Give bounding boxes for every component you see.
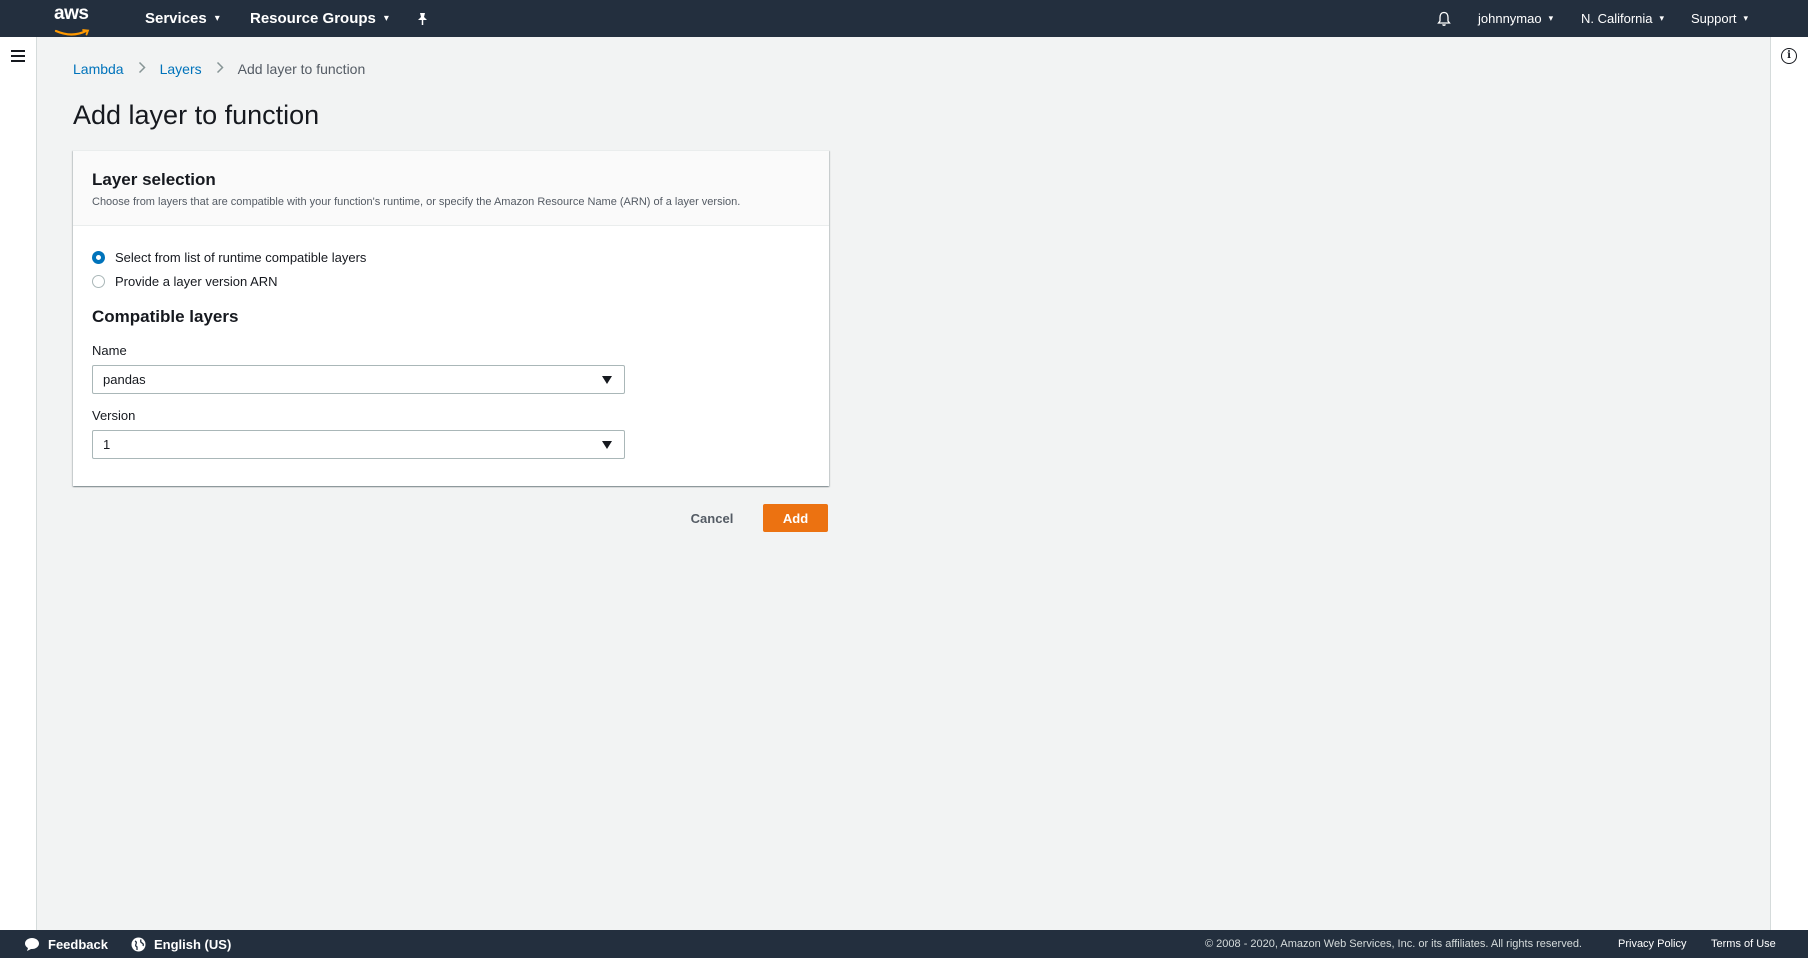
radio-button-unchecked[interactable]	[92, 274, 105, 288]
resource-groups-menu[interactable]: Resource Groups ▾	[250, 0, 389, 37]
chevron-down-icon: ▾	[1743, 13, 1749, 23]
language-selector[interactable]: English (US)	[131, 930, 231, 958]
pin-icon[interactable]	[416, 0, 429, 37]
panel-title: Layer selection	[92, 170, 216, 189]
copyright-text: © 2008 - 2020, Amazon Web Services, Inc.…	[1205, 938, 1582, 950]
globe-icon	[131, 937, 146, 951]
hamburger-menu-icon[interactable]	[11, 50, 25, 62]
version-select[interactable]: 1	[92, 430, 625, 459]
panel-header: Layer selection Choose from layers that …	[73, 151, 829, 226]
left-navigation-rail	[0, 37, 37, 930]
region-label: N. California	[1581, 11, 1653, 26]
compatible-layers-heading: Compatible layers	[92, 307, 239, 326]
privacy-policy-link[interactable]: Privacy Policy	[1618, 930, 1686, 958]
radio-label: Select from list of runtime compatible l…	[115, 249, 367, 265]
caret-down-icon	[602, 376, 612, 384]
bell-icon	[1437, 11, 1451, 26]
services-label: Services	[145, 10, 207, 27]
footer: Feedback English (US) © 2008 - 2020, Ama…	[0, 930, 1808, 958]
chevron-down-icon: ▾	[1659, 13, 1665, 23]
notifications-bell-icon[interactable]	[1437, 0, 1451, 37]
chevron-down-icon: ▾	[214, 13, 220, 24]
resource-groups-label: Resource Groups	[250, 10, 376, 27]
info-icon[interactable]: i	[1781, 48, 1797, 64]
aws-logo[interactable]: aws	[54, 3, 96, 36]
radio-button-checked[interactable]	[92, 250, 105, 264]
support-menu[interactable]: Support ▾	[1691, 0, 1748, 37]
page-title: Add layer to function	[73, 100, 320, 130]
terms-of-use-link[interactable]: Terms of Use	[1711, 930, 1776, 958]
name-label: Name	[92, 343, 127, 358]
username-label: johnnymao	[1478, 11, 1542, 26]
feedback-link[interactable]: Feedback	[24, 930, 108, 958]
services-menu[interactable]: Services ▾	[145, 0, 220, 37]
user-menu[interactable]: johnnymao ▾	[1478, 0, 1553, 37]
breadcrumb-lambda[interactable]: Lambda	[73, 61, 124, 77]
panel-description: Choose from layers that are compatible w…	[92, 196, 741, 208]
chevron-down-icon: ▾	[383, 13, 389, 24]
chevron-right-icon	[216, 61, 224, 77]
version-select-value: 1	[103, 437, 111, 452]
aws-smile-icon	[54, 29, 90, 36]
chevron-right-icon	[138, 61, 146, 77]
language-label: English (US)	[154, 936, 232, 952]
name-select[interactable]: pandas	[92, 365, 625, 394]
radio-layer-version-arn[interactable]: Provide a layer version ARN	[92, 269, 810, 293]
radio-label: Provide a layer version ARN	[115, 273, 278, 289]
layer-selection-panel: Layer selection Choose from layers that …	[73, 150, 829, 486]
cancel-button[interactable]: Cancel	[688, 504, 736, 532]
pushpin-icon	[418, 12, 427, 25]
caret-down-icon	[602, 441, 612, 449]
region-menu[interactable]: N. California ▾	[1581, 0, 1664, 37]
panel-body: Select from list of runtime compatible l…	[73, 226, 829, 478]
top-navigation: aws Services ▾ Resource Groups ▾ johnnym…	[0, 0, 1808, 37]
version-label: Version	[92, 408, 136, 423]
aws-logo-text: aws	[54, 3, 89, 24]
breadcrumb-layers[interactable]: Layers	[160, 61, 202, 77]
breadcrumb: Lambda Layers Add layer to function	[73, 61, 365, 77]
right-help-rail: i	[1770, 37, 1808, 930]
chevron-down-icon: ▾	[1548, 13, 1554, 23]
feedback-label: Feedback	[48, 936, 108, 952]
add-button[interactable]: Add	[763, 504, 828, 532]
speech-bubble-icon	[25, 937, 39, 951]
name-select-value: pandas	[103, 372, 146, 387]
support-label: Support	[1691, 11, 1737, 26]
radio-runtime-compatible-layers[interactable]: Select from list of runtime compatible l…	[92, 245, 810, 269]
breadcrumb-current: Add layer to function	[237, 61, 366, 77]
